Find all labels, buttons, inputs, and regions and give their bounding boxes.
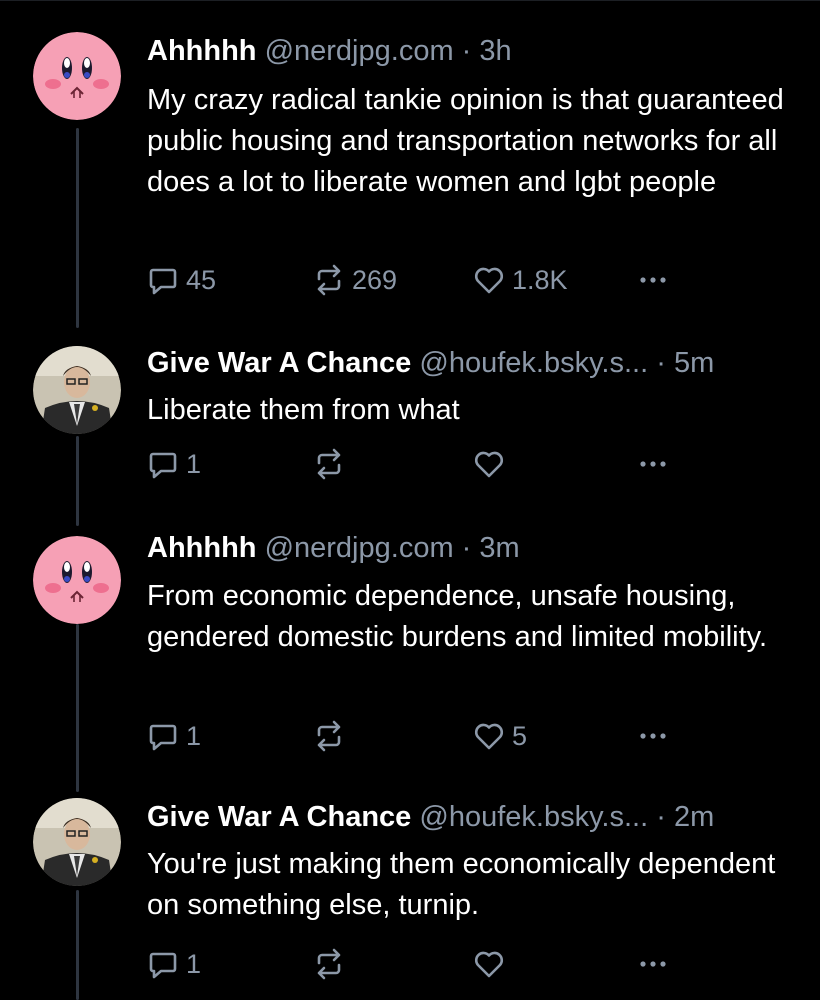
heart-icon	[473, 448, 505, 480]
post-text: You're just making them economically dep…	[147, 848, 776, 921]
reply-button[interactable]: 1	[147, 946, 201, 982]
reply-icon	[147, 720, 179, 752]
post[interactable]: Ahhhhh @nerdjpg.com · 3h My crazy radica…	[0, 0, 820, 330]
post-actions: 1	[147, 946, 787, 982]
reply-count: 1	[186, 948, 202, 979]
more-options-icon	[637, 264, 669, 296]
post-text: From economic dependence, unsafe housing…	[147, 580, 768, 653]
man-in-suit-avatar-icon	[33, 798, 121, 886]
reply-button[interactable]: 45	[147, 262, 216, 298]
man-in-suit-avatar-icon	[33, 346, 121, 434]
separator: ·	[656, 801, 666, 833]
handle[interactable]: @houfek.bsky.s...	[419, 347, 648, 379]
handle[interactable]: @nerdjpg.com	[265, 35, 454, 67]
timestamp[interactable]: 5m	[674, 347, 714, 379]
post-header: Give War A Chance @houfek.bsky.s... · 5m	[147, 345, 714, 381]
more-options-icon	[637, 448, 669, 480]
post-header: Ahhhhh @nerdjpg.com · 3h	[147, 33, 512, 69]
like-button[interactable]	[473, 446, 505, 482]
repost-icon	[313, 720, 345, 752]
display-name[interactable]: Give War A Chance	[147, 801, 411, 833]
post[interactable]: Give War A Chance @houfek.bsky.s... · 2m…	[0, 788, 820, 1000]
separator: ·	[461, 532, 472, 564]
like-count: 5	[512, 720, 528, 751]
like-button[interactable]: 1.8K	[473, 262, 568, 298]
more-options-button[interactable]	[637, 262, 669, 298]
reply-count: 45	[186, 264, 217, 295]
like-count: 1.8K	[512, 264, 568, 295]
kirby-avatar-icon	[33, 32, 121, 120]
heart-icon	[473, 264, 505, 296]
repost-icon	[313, 948, 345, 980]
timestamp[interactable]: 3m	[479, 532, 519, 564]
more-options-button[interactable]	[637, 718, 669, 754]
post-text: My crazy radical tankie opinion is that …	[147, 84, 784, 198]
repost-button[interactable]	[313, 446, 345, 482]
like-button[interactable]	[473, 946, 505, 982]
repost-button[interactable]: 269	[313, 262, 397, 298]
separator: ·	[656, 347, 666, 379]
post-actions: 1	[147, 446, 787, 482]
like-button[interactable]: 5	[473, 718, 527, 754]
reply-button[interactable]: 1	[147, 718, 201, 754]
separator: ·	[461, 35, 472, 67]
reply-button[interactable]: 1	[147, 446, 201, 482]
timestamp[interactable]: 2m	[674, 801, 714, 833]
handle[interactable]: @nerdjpg.com	[265, 532, 454, 564]
avatar[interactable]	[33, 798, 121, 886]
reply-icon	[147, 448, 179, 480]
avatar[interactable]	[33, 346, 121, 434]
post[interactable]: Give War A Chance @houfek.bsky.s... · 5m…	[0, 330, 820, 530]
repost-button[interactable]	[313, 718, 345, 754]
repost-count: 269	[352, 264, 398, 295]
heart-icon	[473, 948, 505, 980]
post-header: Ahhhhh @nerdjpg.com · 3m	[147, 530, 520, 566]
more-options-icon	[637, 948, 669, 980]
more-options-button[interactable]	[637, 946, 669, 982]
post-actions: 1 5	[147, 718, 787, 754]
handle[interactable]: @houfek.bsky.s...	[419, 801, 648, 833]
avatar[interactable]	[33, 32, 121, 120]
timestamp[interactable]: 3h	[479, 35, 511, 67]
post-actions: 45 269 1.8K	[147, 262, 787, 298]
repost-icon	[313, 264, 345, 296]
kirby-avatar-icon	[33, 536, 121, 624]
reply-count: 1	[186, 448, 202, 479]
display-name[interactable]: Ahhhhh	[147, 35, 257, 67]
reply-count: 1	[186, 720, 202, 751]
post-text: Liberate them from what	[147, 394, 460, 426]
avatar[interactable]	[33, 536, 121, 624]
post[interactable]: Ahhhhh @nerdjpg.com · 3m From economic d…	[0, 530, 820, 788]
reply-icon	[147, 264, 179, 296]
reply-icon	[147, 948, 179, 980]
heart-icon	[473, 720, 505, 752]
more-options-button[interactable]	[637, 446, 669, 482]
display-name[interactable]: Ahhhhh	[147, 532, 257, 564]
post-header: Give War A Chance @houfek.bsky.s... · 2m	[147, 799, 714, 835]
display-name[interactable]: Give War A Chance	[147, 347, 411, 379]
repost-button[interactable]	[313, 946, 345, 982]
repost-icon	[313, 448, 345, 480]
more-options-icon	[637, 720, 669, 752]
